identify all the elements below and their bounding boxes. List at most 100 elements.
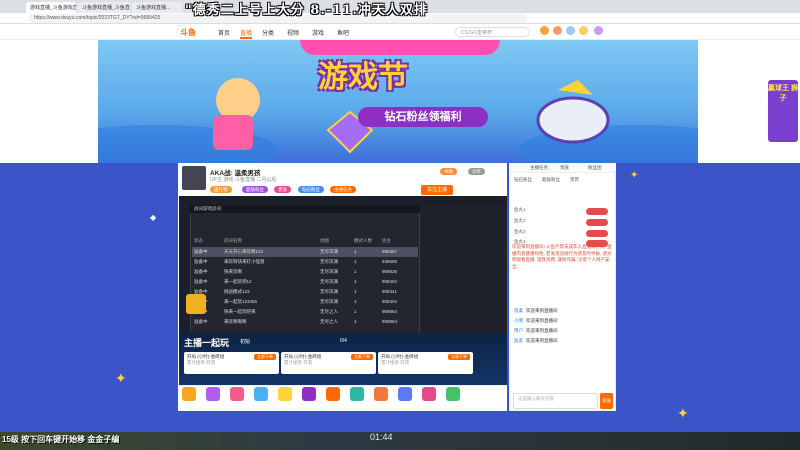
play-card[interactable]: 开局 (小时)-金砖组 累计接单 开黑 立即下单: [378, 352, 473, 374]
gift-icon[interactable]: [206, 387, 220, 401]
side-ad[interactable]: 赢球王 狮子: [768, 80, 798, 142]
history-icon[interactable]: [540, 26, 549, 35]
room-pill[interactable]: 主播任务: [330, 186, 356, 193]
cell-host: 996357: [382, 249, 398, 254]
cell-host: 935605: [382, 259, 398, 264]
nav-game[interactable]: 游戏: [312, 28, 324, 37]
send-button[interactable]: 发送: [600, 393, 613, 409]
chat-user[interactable]: 小明: [514, 318, 523, 323]
cell-status: 准备中: [194, 269, 208, 274]
cell-mode: 1: [354, 299, 357, 304]
cell-host: 908864: [382, 319, 398, 324]
cell-status: 准备中: [194, 249, 208, 254]
game-table-row[interactable]: 准备中 来一起玩吧12 无尽深渊 1 908404: [192, 277, 418, 287]
nav-fishbar[interactable]: 鱼吧: [337, 28, 349, 37]
browser-tab[interactable]: 斗鱼游戏直播_斗鱼直播_斗鱼...: [78, 2, 130, 13]
chat-input[interactable]: 这里输入聊天内容: [513, 393, 598, 409]
cell-mode: 1: [354, 269, 357, 274]
gift-icon[interactable]: [254, 387, 268, 401]
gift-icon[interactable]: [230, 387, 244, 401]
cell-room-name: 来一起玩吧12: [224, 279, 252, 284]
cell-room-name: 挑战模式123: [224, 289, 250, 294]
chat-message: 鱼友 欢迎来到直播间: [514, 338, 614, 344]
play-card[interactable]: 开局 (小时)-金砖组 累计接单 开黑 立即下单: [184, 352, 279, 374]
chat-user[interactable]: 鱼友: [514, 338, 523, 343]
rank-item[interactable]: 鱼丸3: [514, 229, 614, 239]
cell-map: 无尽深渊: [320, 299, 338, 304]
browser-tab[interactable]: 游戏直播_斗鱼游戏直播_斗鱼直...: [26, 2, 76, 13]
chat-text: 欢迎来到直播间: [526, 308, 558, 313]
browser-tab[interactable]: 斗鱼游戏直播...: [132, 2, 182, 13]
game-table-row[interactable]: 准备中 挑战模式123 无尽深渊 1 908441: [192, 287, 418, 297]
cell-room-name: 来玩呀快来打小怪兽: [224, 259, 265, 264]
gift-icon[interactable]: [398, 387, 412, 401]
nav-category[interactable]: 分类: [262, 28, 274, 37]
gift-icon[interactable]: [350, 387, 364, 401]
gift-icon[interactable]: [422, 387, 436, 401]
gift-icon[interactable]: [374, 387, 388, 401]
game-table-row[interactable]: 准备中快来一起玩吧来无尽之人1908864: [192, 307, 418, 317]
cell-mode: 1: [354, 279, 357, 284]
gift-icon[interactable]: [446, 387, 460, 401]
gift-icon[interactable]: [326, 387, 340, 401]
fan-benefit-badge[interactable]: 钻石粉丝领福利: [358, 107, 488, 127]
stream-bottom-text: 15级 按下回车键开始移 金金子编: [2, 435, 120, 444]
game-table-row[interactable]: 准备中 来玩呀快来打小怪兽 无尽深渊 1 935605: [192, 257, 418, 267]
rank-item[interactable]: 鱼丸1: [514, 207, 614, 217]
search-input[interactable]: CS:GO皇帝杯: [455, 27, 530, 37]
play-host: 初始: [240, 339, 251, 345]
room-pill[interactable]: 送礼物: [210, 186, 232, 193]
report-button[interactable]: 举报: [440, 168, 457, 175]
game-side-panel: [420, 205, 507, 353]
nav-video[interactable]: 视频: [287, 28, 299, 37]
chat-subtab[interactable]: 钻石粉丝: [514, 177, 532, 183]
gift-icon[interactable]: [302, 387, 316, 401]
game-table-row[interactable]: 准备中来一起玩123456无尽深渊1908404: [192, 297, 418, 307]
chat-subtab[interactable]: 贵宾: [570, 177, 579, 183]
cell-host: 908441: [382, 289, 398, 294]
cell-mode: 1: [354, 319, 357, 324]
play-card[interactable]: 开局 (小时)-金砖组 累计接单 开黑 立即下单: [281, 352, 376, 374]
room-pill[interactable]: 钻石粉丝: [298, 186, 324, 193]
cell-mode: 1: [354, 309, 357, 314]
gift-icon[interactable]: [278, 387, 292, 401]
gift-icon[interactable]: [182, 387, 196, 401]
rank-item[interactable]: 鱼丸2: [514, 218, 614, 228]
nav-live[interactable]: 直播: [240, 28, 253, 39]
share-button[interactable]: 分享: [468, 168, 485, 175]
chat-tab[interactable]: 粉丝团: [588, 165, 602, 171]
cell-map: 无尽深渊: [320, 259, 338, 264]
cell-map: 无尽之人: [320, 309, 338, 314]
order-button[interactable]: 立即下单: [351, 354, 373, 360]
game-table-header: 状态 房间名称 地图 模式人数 房主: [192, 236, 418, 246]
game-window-title: 房间游戏房间: [190, 205, 420, 213]
chat-text: 欢迎来到直播间: [526, 328, 558, 333]
star-icon: ✦: [677, 405, 689, 421]
download-icon[interactable]: [566, 26, 575, 35]
order-button[interactable]: 立即下单: [448, 354, 470, 360]
game-table-row[interactable]: 准备中 天天开心来玩啊123 无尽深渊 1 996357: [192, 247, 418, 257]
cell-mode: 1: [354, 259, 357, 264]
site-header: [0, 24, 800, 40]
message-icon[interactable]: [579, 26, 588, 35]
order-button[interactable]: 立即下单: [254, 354, 276, 360]
game-table-row[interactable]: 准备中 来玩啊啊啊 无尽之人 1 908864: [192, 317, 418, 327]
stream-bottom-bar: [0, 432, 800, 450]
nav-home[interactable]: 首页: [218, 28, 230, 37]
chat-tab[interactable]: 贵族: [560, 165, 569, 171]
site-logo[interactable]: 斗鱼: [180, 27, 196, 38]
chat-user[interactable]: 温柔: [514, 308, 523, 313]
anchor-avatar[interactable]: [182, 166, 206, 190]
chat-user[interactable]: 用户: [514, 328, 523, 333]
cell-room-name: 来玩啊啊啊: [224, 319, 247, 324]
game-item-icon: [186, 294, 206, 314]
follow-icon[interactable]: [553, 26, 562, 35]
chat-tab[interactable]: 主播任务: [530, 165, 548, 171]
cell-mode: 1: [354, 249, 357, 254]
room-pill[interactable]: 超级粉丝: [242, 186, 268, 193]
follow-button[interactable]: 关注主播: [421, 185, 453, 195]
avatar[interactable]: [594, 26, 603, 35]
room-pill[interactable]: 贵族: [274, 186, 291, 193]
game-table-row[interactable]: 准备中 快来玩啊 无尽深渊 1 908826: [192, 267, 418, 277]
chat-subtab[interactable]: 超级粉丝: [542, 177, 560, 183]
